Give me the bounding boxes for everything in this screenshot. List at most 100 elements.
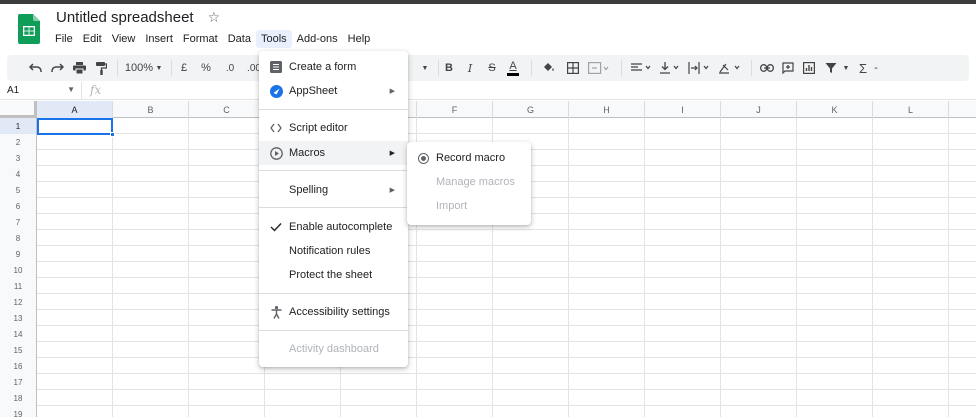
row-header-19[interactable]: 19 (0, 406, 37, 417)
menu-item-spelling[interactable]: Spelling ▶ (259, 178, 408, 202)
chevron-down-icon[interactable]: ▼ (155, 55, 163, 81)
text-color-button[interactable]: A (506, 55, 520, 81)
row-header-2[interactable]: 2 (0, 134, 37, 150)
row-header-11[interactable]: 11 (0, 278, 37, 294)
print-icon[interactable] (71, 55, 87, 81)
menu-item-appsheet[interactable]: AppSheet ▶ (259, 79, 408, 103)
menu-item-protect-sheet[interactable]: Protect the sheet (259, 263, 408, 287)
fill-color-icon[interactable] (541, 55, 557, 81)
column-header-c[interactable]: C (189, 101, 265, 118)
column-header-i[interactable]: I (645, 101, 721, 118)
submenu-item-label: Import (436, 200, 468, 212)
filter-icon[interactable] (822, 55, 840, 81)
row-header-10[interactable]: 10 (0, 262, 37, 278)
submenu-item-import[interactable]: Import (407, 194, 531, 218)
form-icon (269, 60, 283, 74)
row-header-12[interactable]: 12 (0, 294, 37, 310)
row-header-14[interactable]: 14 (0, 326, 37, 342)
row-header-1[interactable]: 1 (0, 118, 37, 134)
insert-chart-icon[interactable] (801, 55, 817, 81)
menu-insert[interactable]: Insert (140, 30, 178, 48)
sheets-logo-icon[interactable] (18, 14, 40, 44)
row-header-9[interactable]: 9 (0, 246, 37, 262)
horizontal-align-icon[interactable] (629, 55, 655, 81)
text-rotation-icon[interactable] (717, 55, 745, 81)
macro-play-icon (269, 146, 283, 160)
borders-icon[interactable] (565, 55, 581, 81)
column-header-j[interactable]: J (721, 101, 797, 118)
bold-button[interactable]: B (442, 55, 456, 81)
percent-button[interactable]: % (199, 55, 213, 81)
functions-chevron-icon[interactable]: - (871, 55, 881, 81)
column-header-f[interactable]: F (417, 101, 493, 118)
menu-item-activity-dashboard[interactable]: Activity dashboard (259, 337, 408, 361)
strikethrough-button[interactable]: S (485, 55, 499, 81)
submenu-item-label: Manage macros (436, 176, 515, 188)
menu-item-label: Enable autocomplete (289, 221, 393, 233)
row-header-13[interactable]: 13 (0, 310, 37, 326)
submenu-item-record-macro[interactable]: Record macro (407, 146, 531, 170)
menu-item-create-form[interactable]: Create a form (259, 55, 408, 79)
undo-icon[interactable] (27, 55, 43, 81)
row-header-17[interactable]: 17 (0, 374, 37, 390)
macros-submenu: Record macro Manage macros Import (407, 142, 531, 225)
menu-view[interactable]: View (107, 30, 141, 48)
menu-bar: File Edit View Insert Format Data Tools … (50, 30, 375, 48)
select-all-corner[interactable] (0, 101, 37, 118)
name-box-chevron-icon[interactable]: ▼ (67, 85, 75, 94)
menu-item-label: Activity dashboard (289, 343, 379, 355)
redo-icon[interactable] (49, 55, 65, 81)
menu-item-macros[interactable]: Macros ▶ (259, 141, 408, 165)
row-header-18[interactable]: 18 (0, 390, 37, 406)
fill-handle[interactable] (110, 132, 115, 137)
menu-data[interactable]: Data (223, 30, 256, 48)
name-box[interactable]: A1 ▼ (0, 82, 82, 100)
column-header-h[interactable]: H (569, 101, 645, 118)
row-header-7[interactable]: 7 (0, 214, 37, 230)
column-header-l[interactable]: L (873, 101, 949, 118)
insert-link-icon[interactable] (759, 55, 775, 81)
text-wrapping-icon[interactable] (687, 55, 713, 81)
menu-format[interactable]: Format (178, 30, 223, 48)
row-header-3[interactable]: 3 (0, 150, 37, 166)
column-header-g[interactable]: G (493, 101, 569, 118)
record-icon (418, 153, 429, 164)
active-cell-A1[interactable] (37, 118, 113, 135)
vertical-align-icon[interactable] (659, 55, 683, 81)
document-title[interactable]: Untitled spreadsheet (56, 9, 194, 26)
menu-item-label: Macros (289, 147, 326, 159)
row-header-6[interactable]: 6 (0, 198, 37, 214)
row-header-5[interactable]: 5 (0, 182, 37, 198)
column-header-k[interactable]: K (797, 101, 873, 118)
italic-button[interactable]: I (463, 55, 477, 81)
menu-file[interactable]: File (50, 30, 78, 48)
insert-comment-icon[interactable] (780, 55, 796, 81)
filter-chevron-icon[interactable]: ▼ (841, 55, 851, 81)
functions-button[interactable]: Σ (856, 55, 870, 81)
table-row: 16 (0, 358, 976, 374)
row-header-16[interactable]: 16 (0, 358, 37, 374)
menu-tools[interactable]: Tools (255, 30, 292, 48)
currency-button[interactable]: £ (178, 55, 190, 81)
menu-addons[interactable]: Add-ons (292, 30, 343, 48)
row-header-15[interactable]: 15 (0, 342, 37, 358)
submenu-item-manage-macros[interactable]: Manage macros (407, 170, 531, 194)
paint-format-icon[interactable] (93, 55, 109, 81)
menu-item-script-editor[interactable]: Script editor (259, 116, 408, 140)
menu-item-accessibility-settings[interactable]: Accessibility settings (259, 300, 408, 324)
menu-edit[interactable]: Edit (78, 30, 107, 48)
font-size-chevron-icon[interactable]: ▼ (420, 55, 430, 81)
star-icon[interactable]: ☆ (208, 9, 221, 26)
menu-item-enable-autocomplete[interactable]: Enable autocomplete (259, 215, 408, 239)
column-header-a[interactable]: A (37, 101, 113, 118)
decrease-decimal-button[interactable]: .0 (222, 55, 238, 81)
menu-help[interactable]: Help (343, 30, 376, 48)
menu-item-notification-rules[interactable]: Notification rules (259, 239, 408, 263)
zoom-select[interactable]: 100% (124, 55, 154, 81)
row-header-4[interactable]: 4 (0, 166, 37, 182)
column-header-b[interactable]: B (113, 101, 189, 118)
menu-item-label: Protect the sheet (289, 269, 373, 281)
merge-cells-icon[interactable] (587, 55, 611, 81)
row-header-8[interactable]: 8 (0, 230, 37, 246)
table-row: 15 (0, 342, 976, 358)
